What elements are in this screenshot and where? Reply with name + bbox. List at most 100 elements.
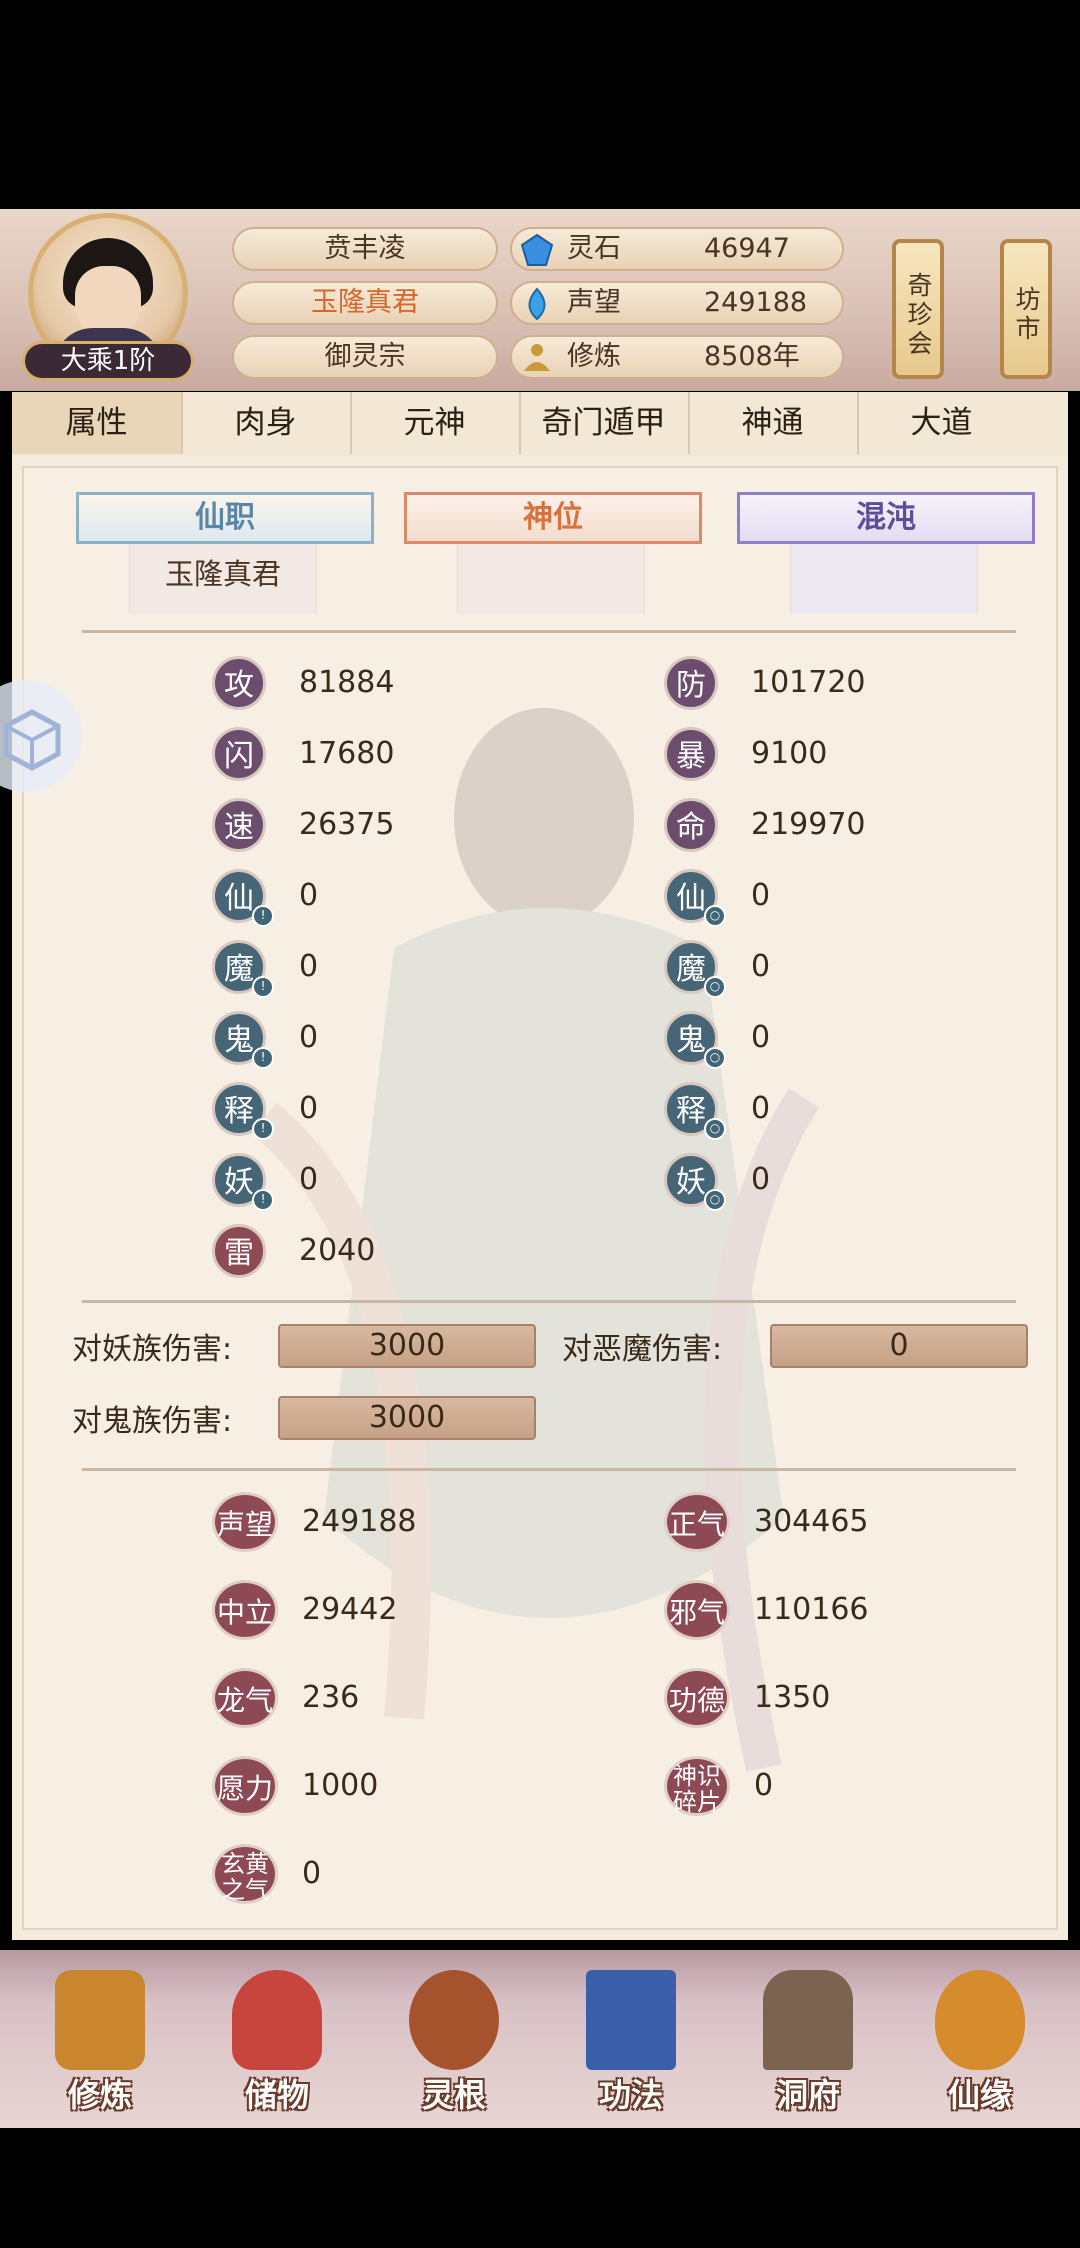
floating-cube-button[interactable] bbox=[0, 680, 82, 792]
realm-badge: 大乘1阶 bbox=[22, 341, 194, 381]
meditation-icon bbox=[524, 344, 550, 371]
extra-badge: 正气 bbox=[664, 1492, 730, 1552]
attack-marker-icon: ! bbox=[252, 1189, 274, 1211]
player-sect: 御灵宗 bbox=[232, 335, 498, 379]
resource-label: 灵石 bbox=[567, 233, 621, 264]
extra-badge: 龙气 bbox=[212, 1668, 278, 1728]
extra-value: 236 bbox=[302, 1680, 360, 1715]
resource-value: 249188 bbox=[704, 287, 808, 318]
attribute-panel: 仙职 玉隆真君 神位 混沌 攻 81884 闪 17680 速 26375 仙! 0 魔… bbox=[12, 456, 1068, 1940]
resource-label: 修炼 bbox=[567, 341, 621, 372]
extra-badge: 中立 bbox=[212, 1580, 278, 1640]
resource-label: 声望 bbox=[567, 287, 621, 318]
damage-label: 对恶魔伤害: bbox=[562, 1332, 723, 1367]
stat-value: 0 bbox=[751, 1091, 771, 1126]
stat-badge: 防 bbox=[664, 656, 718, 710]
extra-value: 0 bbox=[302, 1856, 322, 1891]
extra-badge: 声望 bbox=[212, 1492, 278, 1552]
damage-value: 3000 bbox=[278, 1324, 536, 1368]
tab-qimen[interactable]: 奇门遁甲 bbox=[519, 392, 690, 454]
nav-techniques[interactable]: 功法 bbox=[561, 1970, 701, 2120]
chaos-banner[interactable]: 混沌 bbox=[737, 492, 1035, 544]
stat-value: 0 bbox=[299, 949, 319, 984]
nav-cave-mansion[interactable]: 洞府 bbox=[738, 1970, 878, 2120]
stat-value: 0 bbox=[299, 1091, 319, 1126]
nav-cultivate[interactable]: 修炼 bbox=[30, 1970, 170, 2120]
spirit-stone-icon bbox=[520, 233, 554, 266]
stat-value: 26375 bbox=[299, 807, 395, 842]
damage-value: 3000 bbox=[278, 1396, 536, 1440]
stat-badge: 命 bbox=[664, 798, 718, 852]
extra-badge: 玄黄之气 bbox=[212, 1844, 278, 1904]
extra-value: 304465 bbox=[754, 1504, 869, 1539]
attack-marker-icon: ! bbox=[252, 1047, 274, 1069]
extra-value: 1000 bbox=[302, 1768, 379, 1803]
immortal-post-value: 玉隆真君 bbox=[129, 544, 317, 614]
stat-value: 17680 bbox=[299, 736, 395, 771]
bottom-nav: 修炼 储物 灵根 功法 洞府 仙缘 bbox=[0, 1950, 1080, 2128]
tab-dao[interactable]: 大道 bbox=[857, 392, 1026, 454]
nav-spirit-root[interactable]: 灵根 bbox=[384, 1970, 524, 2120]
stat-value: 0 bbox=[299, 878, 319, 913]
extra-value: 249188 bbox=[302, 1504, 417, 1539]
stat-badge: 雷 bbox=[212, 1224, 266, 1278]
shield-marker-icon: ○ bbox=[704, 976, 726, 998]
nav-storage[interactable]: 储物 bbox=[207, 1970, 347, 2120]
cube-icon bbox=[3, 709, 61, 771]
gourd-icon bbox=[935, 1970, 1025, 2070]
extra-badge: 邪气 bbox=[664, 1580, 730, 1640]
cultivate-icon bbox=[55, 1970, 145, 2070]
tab-attributes[interactable]: 属性 bbox=[12, 392, 183, 454]
immortal-post-banner[interactable]: 仙职 bbox=[76, 492, 374, 544]
stat-badge: 速 bbox=[212, 798, 266, 852]
extra-value: 110166 bbox=[754, 1592, 869, 1627]
stat-value: 101720 bbox=[751, 665, 866, 700]
damage-label: 对妖族伤害: bbox=[72, 1332, 233, 1367]
player-header: 大乘1阶 贲丰凌 玉隆真君 御灵宗 灵石 46947 声望 249188 修炼 … bbox=[0, 209, 1080, 391]
stat-value: 0 bbox=[751, 949, 771, 984]
market-button[interactable]: 坊市 bbox=[1000, 239, 1052, 379]
mansion-icon bbox=[763, 1970, 853, 2070]
extra-badge: 愿力 bbox=[212, 1756, 278, 1816]
reputation-icon bbox=[528, 287, 546, 321]
tab-soul[interactable]: 元神 bbox=[350, 392, 521, 454]
panel-content: 仙职 玉隆真君 神位 混沌 攻 81884 闪 17680 速 26375 仙! 0 魔… bbox=[22, 466, 1058, 1930]
damage-label: 对鬼族伤害: bbox=[72, 1404, 233, 1439]
bag-icon bbox=[232, 1970, 322, 2070]
divine-rank-banner[interactable]: 神位 bbox=[404, 492, 702, 544]
stat-value: 219970 bbox=[751, 807, 866, 842]
chaos-value bbox=[790, 544, 978, 614]
extra-badge: 功德 bbox=[664, 1668, 730, 1728]
resource-value: 8508年 bbox=[704, 341, 800, 372]
player-name: 贲丰凌 bbox=[232, 227, 498, 271]
resource-cultivation: 修炼 8508年 bbox=[510, 335, 844, 379]
resource-reputation: 声望 249188 bbox=[510, 281, 844, 325]
stat-badge: 闪 bbox=[212, 727, 266, 781]
shield-marker-icon: ○ bbox=[704, 905, 726, 927]
shield-marker-icon: ○ bbox=[704, 1047, 726, 1069]
attack-marker-icon: ! bbox=[252, 976, 274, 998]
stat-value: 2040 bbox=[299, 1233, 376, 1268]
tab-body[interactable]: 肉身 bbox=[181, 392, 352, 454]
attack-marker-icon: ! bbox=[252, 905, 274, 927]
nav-label: 洞府 bbox=[775, 2076, 840, 2114]
stat-value: 0 bbox=[751, 1020, 771, 1055]
spirit-root-icon bbox=[409, 1970, 499, 2070]
resource-spirit-stone: 灵石 46947 bbox=[510, 227, 844, 271]
stat-badge: 暴 bbox=[664, 727, 718, 781]
stat-value: 9100 bbox=[751, 736, 828, 771]
extra-value: 1350 bbox=[754, 1680, 831, 1715]
nav-immortal-fate[interactable]: 仙缘 bbox=[910, 1970, 1050, 2120]
nav-label: 仙缘 bbox=[947, 2076, 1012, 2114]
divider bbox=[82, 630, 1016, 633]
stat-value: 0 bbox=[751, 878, 771, 913]
shield-marker-icon: ○ bbox=[704, 1189, 726, 1211]
treasure-fair-button[interactable]: 奇珍会 bbox=[892, 239, 944, 379]
book-icon bbox=[586, 1970, 676, 2070]
nav-label: 修炼 bbox=[67, 2076, 132, 2114]
stat-value: 81884 bbox=[299, 665, 395, 700]
stat-value: 0 bbox=[751, 1162, 771, 1197]
extra-badge: 神识碎片 bbox=[664, 1756, 730, 1816]
tab-abilities[interactable]: 神通 bbox=[688, 392, 859, 454]
divine-rank-value bbox=[457, 544, 645, 614]
